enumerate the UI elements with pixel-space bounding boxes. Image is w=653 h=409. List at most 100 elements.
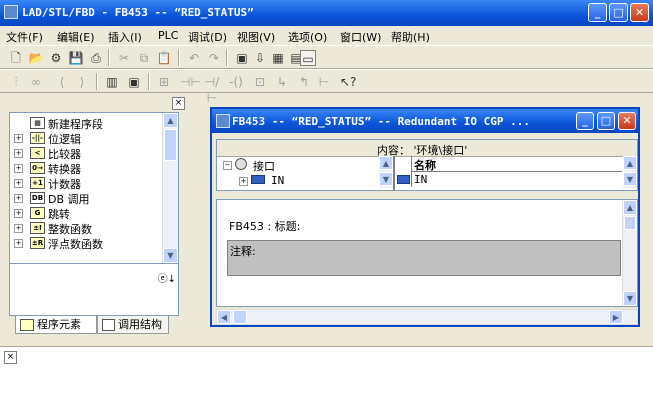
tree-item-comparator[interactable]: + < 比较器 — [10, 145, 160, 161]
ladder-branch-icon[interactable]: ⫶ — [8, 74, 24, 90]
editor-icon[interactable] — [216, 114, 230, 128]
scroll-left-icon[interactable]: ◀ — [217, 310, 231, 324]
scroll-thumb[interactable] — [233, 310, 247, 324]
code-area[interactable]: FB453 : 标题: 注释: ▲ ▼ — [216, 199, 638, 307]
accessible-nodes-icon[interactable]: ⚙ — [48, 50, 64, 66]
table-row-in[interactable]: IN — [411, 172, 621, 187]
open-branch-icon[interactable]: ↳ — [274, 74, 290, 90]
overview-toggle-icon[interactable]: ⓔ↓ — [158, 270, 176, 285]
minimize-button[interactable]: _ — [588, 3, 607, 22]
copy-icon[interactable]: ⧉ — [136, 50, 152, 66]
coil-icon[interactable]: -() — [228, 74, 244, 90]
tree-item-jump[interactable]: + G 跳转 — [10, 205, 160, 221]
in-label[interactable]: IN — [271, 174, 284, 187]
redo-icon[interactable]: ↷ — [206, 50, 222, 66]
expand-icon[interactable]: + — [239, 177, 248, 186]
block-comment-box[interactable]: 注释: — [227, 240, 621, 276]
separator — [178, 49, 180, 66]
empty-box-icon[interactable]: ⊡ — [252, 74, 268, 90]
scroll-thumb[interactable] — [624, 216, 636, 230]
scroll-down-icon[interactable]: ▼ — [623, 291, 637, 306]
standard-toolbar: 🗋 📂 ⚙ 💾 ⎙ ✂ ⧉ 📋 ↶ ↷ ▣ ⇩ ▦ ▤ ▭ — [0, 45, 653, 69]
details-panel-icon[interactable]: ▣ — [126, 74, 142, 90]
table-header: 名称 — [411, 156, 622, 172]
menu-debug[interactable]: 调试(D) — [188, 29, 227, 45]
online-icon[interactable]: ▦ — [270, 50, 286, 66]
tree-item-counter[interactable]: + +1 计数器 — [10, 175, 160, 191]
scroll-right-icon[interactable]: ▶ — [609, 310, 623, 324]
scroll-down-icon[interactable]: ▼ — [379, 172, 393, 186]
editor-close-button[interactable]: ✕ — [618, 112, 636, 130]
name-column-header[interactable]: 名称 — [414, 157, 436, 173]
scroll-up-icon[interactable]: ▲ — [379, 156, 393, 170]
connection-icon[interactable]: ⊢ — [316, 74, 332, 90]
scroll-thumb[interactable] — [164, 129, 177, 161]
overview-icon[interactable]: ▭ — [300, 50, 316, 66]
new-network-icon[interactable]: ⊞ — [156, 74, 172, 90]
menu-insert[interactable]: 插入(I) — [108, 29, 142, 45]
maximize-button[interactable]: □ — [609, 3, 628, 22]
tree-item-converter[interactable]: + 0→ 转换器 — [10, 160, 160, 176]
app-icon[interactable] — [4, 5, 18, 19]
tree-item-new-network[interactable]: ▦ 新建程序段 — [10, 115, 160, 131]
menu-help[interactable]: 帮助(H) — [391, 29, 430, 45]
open-icon[interactable]: 📂 — [28, 50, 44, 66]
undo-icon[interactable]: ↶ — [186, 50, 202, 66]
next-network-icon[interactable]: ⟩ — [74, 74, 90, 90]
scroll-up-icon[interactable]: ▲ — [163, 113, 178, 128]
interface-scrollbar[interactable]: ▲ ▼ — [379, 156, 393, 188]
scroll-down-icon[interactable]: ▼ — [623, 172, 637, 186]
interface-label[interactable]: 接口 — [253, 158, 275, 174]
close-branch-icon[interactable]: ↰ — [296, 74, 312, 90]
scroll-up-icon[interactable]: ▲ — [623, 156, 637, 170]
cut-icon[interactable]: ✂ — [116, 50, 132, 66]
editor-minimize-button[interactable]: _ — [576, 112, 594, 130]
tree-item-bit-logic[interactable]: + -||- 位逻辑 — [10, 130, 160, 146]
scroll-up-icon[interactable]: ▲ — [623, 200, 637, 215]
program-elements-icon — [20, 319, 34, 331]
code-vertical-scrollbar[interactable]: ▲ ▼ — [622, 200, 637, 306]
help-icon[interactable]: ↖? — [340, 74, 356, 90]
tree-vertical-scrollbar[interactable]: ▲ ▼ — [162, 113, 178, 263]
scroll-down-icon[interactable]: ▼ — [163, 248, 178, 263]
save-icon[interactable]: 💾 — [68, 50, 84, 66]
expand-icon[interactable]: + — [14, 224, 23, 233]
close-button[interactable]: ✕ — [630, 3, 649, 22]
normally-open-icon[interactable]: ⊣⊢ — [180, 74, 201, 90]
network-icon[interactable]: ∞ — [28, 74, 44, 90]
menu-edit[interactable]: 编辑(E) — [57, 29, 95, 45]
prev-network-icon[interactable]: ⟨ — [54, 74, 70, 90]
expand-icon[interactable]: + — [14, 149, 23, 158]
details-close-button[interactable]: × — [4, 351, 17, 364]
new-icon[interactable]: 🗋 — [8, 50, 24, 66]
monitor-icon[interactable]: ▣ — [234, 50, 250, 66]
menu-plc[interactable]: PLC — [158, 29, 178, 42]
panel-close-button[interactable]: × — [172, 97, 185, 110]
print-icon[interactable]: ⎙ — [88, 50, 104, 66]
expand-icon[interactable]: + — [14, 209, 23, 218]
integer-icon: ±I — [30, 222, 45, 234]
menu-file[interactable]: 文件(F) — [6, 29, 43, 45]
tree-item-integer-math[interactable]: + ±I 整数函数 — [10, 220, 160, 236]
overview-panel-icon[interactable]: ▥ — [104, 74, 120, 90]
expand-icon[interactable]: + — [14, 179, 23, 188]
normally-closed-icon[interactable]: ⊣/⊢ — [204, 74, 220, 105]
tree-item-float-math[interactable]: + ±R 浮点数函数 — [10, 235, 160, 251]
tab-call-structure[interactable]: 调用结构 — [97, 316, 169, 334]
paste-icon[interactable]: 📋 — [156, 50, 172, 66]
collapse-icon[interactable]: − — [223, 161, 232, 170]
expand-icon[interactable]: + — [14, 239, 23, 248]
editor-maximize-button[interactable]: □ — [597, 112, 615, 130]
menu-window[interactable]: 窗口(W) — [340, 29, 381, 45]
tree-item-db-call[interactable]: + DB DB 调用 — [10, 190, 160, 206]
code-horizontal-scrollbar[interactable]: ◀ ▶ — [216, 309, 638, 325]
download-icon[interactable]: ⇩ — [252, 50, 268, 66]
menu-options[interactable]: 选项(O) — [288, 29, 327, 45]
tab-program-elements[interactable]: 程序元素 — [15, 316, 97, 334]
expand-icon[interactable]: + — [14, 194, 23, 203]
table-scrollbar[interactable]: ▲ ▼ — [623, 156, 637, 188]
expand-icon[interactable]: + — [14, 164, 23, 173]
expand-icon[interactable]: + — [14, 134, 23, 143]
menu-view[interactable]: 视图(V) — [237, 29, 275, 45]
block-title[interactable]: FB453 : 标题: — [229, 218, 300, 234]
